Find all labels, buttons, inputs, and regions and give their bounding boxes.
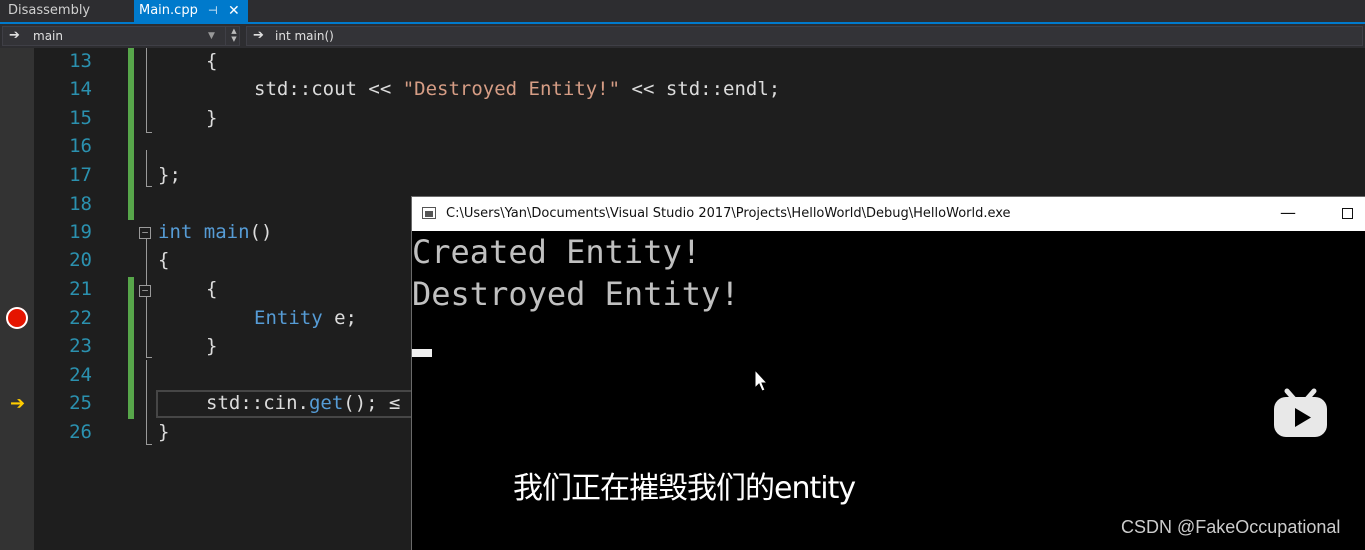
outline-guide bbox=[146, 360, 147, 444]
watermark-text: CSDN @FakeOccupational bbox=[1121, 517, 1341, 537]
chevron-down-icon: ▼ bbox=[208, 31, 215, 41]
code-token: << std::endl; bbox=[620, 78, 781, 100]
code-line-21[interactable]: { bbox=[206, 278, 217, 300]
console-output-line: Created Entity! bbox=[412, 233, 701, 271]
console-title-bar[interactable]: C:\Users\Yan\Documents\Visual Studio 201… bbox=[412, 197, 1365, 231]
code-line-19[interactable]: int main() bbox=[158, 221, 272, 243]
tab-main-cpp-label: Main.cpp bbox=[139, 3, 198, 18]
collapse-icon[interactable]: − bbox=[139, 227, 151, 239]
line-number: 22 bbox=[69, 307, 92, 329]
outline-guide bbox=[146, 239, 147, 285]
breakpoint-margin[interactable] bbox=[0, 48, 34, 550]
outline-guide bbox=[146, 48, 147, 132]
code-line-25[interactable]: std::cin.get(); ≤ bbox=[206, 392, 400, 414]
code-line-22[interactable]: Entity e; bbox=[254, 307, 357, 329]
code-line-13[interactable]: { bbox=[206, 50, 217, 72]
outline-guide bbox=[146, 444, 152, 445]
up-down-icon[interactable]: ▲ ▼ bbox=[225, 27, 242, 45]
line-number: 20 bbox=[69, 249, 92, 271]
line-number: 18 bbox=[69, 193, 92, 215]
code-token: (); ≤ bbox=[343, 392, 401, 414]
video-subtitle: 我们正在摧毁我们的entity bbox=[513, 471, 856, 506]
line-number: 25 bbox=[69, 392, 92, 414]
scope-dropdown[interactable]: ➔ main ▼ ▲ ▼ bbox=[2, 26, 240, 46]
console-window[interactable]: C:\Users\Yan\Documents\Visual Studio 201… bbox=[411, 196, 1365, 550]
minimize-icon[interactable]: — bbox=[1280, 197, 1296, 229]
code-token: () bbox=[249, 221, 273, 243]
execution-arrow-icon: ➔ bbox=[10, 393, 26, 414]
text-cursor bbox=[412, 349, 432, 357]
line-number: 19 bbox=[69, 221, 92, 243]
code-token: e; bbox=[322, 307, 357, 329]
console-app-icon bbox=[422, 207, 436, 219]
navigation-bar: ➔ main ▼ ▲ ▼ ➔ int main() bbox=[0, 24, 1365, 49]
arrow-right-icon: ➔ bbox=[9, 28, 20, 43]
line-number: 17 bbox=[69, 164, 92, 186]
close-tab-icon[interactable]: ✕ bbox=[228, 0, 240, 22]
document-tab-bar: Disassembly Main.cpp ⊣ ✕ bbox=[0, 0, 1365, 22]
code-line-23[interactable]: } bbox=[206, 335, 217, 357]
code-line-26[interactable]: } bbox=[158, 421, 169, 443]
outline-guide bbox=[146, 186, 152, 187]
line-number: 14 bbox=[69, 78, 92, 100]
outline-guide bbox=[146, 150, 147, 186]
function-name: main bbox=[203, 221, 250, 243]
arrow-right-icon: ➔ bbox=[253, 28, 264, 43]
type-token: Entity bbox=[254, 307, 323, 329]
collapse-icon[interactable]: − bbox=[139, 285, 151, 297]
maximize-icon[interactable] bbox=[1342, 208, 1353, 219]
keyword-token: int bbox=[158, 221, 193, 243]
code-line-14[interactable]: std::cout << "Destroyed Entity!" << std:… bbox=[254, 78, 780, 100]
tab-disassembly-label: Disassembly bbox=[8, 3, 91, 18]
scope-value: main bbox=[33, 29, 63, 43]
change-indicator-bar bbox=[128, 277, 134, 419]
string-literal: "Destroyed Entity!" bbox=[402, 78, 621, 100]
line-number: 23 bbox=[69, 335, 92, 357]
console-output-line: Destroyed Entity! bbox=[412, 275, 740, 313]
pin-icon[interactable]: ⊣ bbox=[208, 0, 218, 22]
mouse-pointer-icon bbox=[754, 369, 769, 392]
code-line-17[interactable]: }; bbox=[158, 164, 181, 186]
function-value: int main() bbox=[275, 29, 334, 43]
code-token: std::cout << bbox=[254, 78, 403, 100]
code-line-20[interactable]: { bbox=[158, 249, 169, 271]
line-number: 26 bbox=[69, 421, 92, 443]
line-number: 16 bbox=[69, 135, 92, 157]
line-number: 15 bbox=[69, 107, 92, 129]
line-number: 21 bbox=[69, 278, 92, 300]
outline-guide bbox=[146, 297, 147, 357]
code-line-15[interactable]: } bbox=[206, 107, 217, 129]
video-play-icon[interactable] bbox=[1273, 385, 1328, 439]
console-window-title: C:\Users\Yan\Documents\Visual Studio 201… bbox=[446, 206, 1011, 221]
change-indicator-bar bbox=[128, 48, 134, 220]
line-number: 13 bbox=[69, 50, 92, 72]
function-name: get bbox=[308, 392, 344, 414]
outline-guide bbox=[146, 132, 152, 133]
function-dropdown[interactable]: ➔ int main() bbox=[246, 26, 1363, 46]
code-token: std::cin. bbox=[206, 392, 309, 414]
tab-disassembly[interactable]: Disassembly bbox=[0, 0, 134, 22]
line-number: 24 bbox=[69, 364, 92, 386]
breakpoint-icon[interactable] bbox=[6, 307, 28, 329]
outline-guide bbox=[146, 357, 152, 358]
tab-main-cpp[interactable]: Main.cpp ⊣ ✕ bbox=[134, 0, 248, 22]
